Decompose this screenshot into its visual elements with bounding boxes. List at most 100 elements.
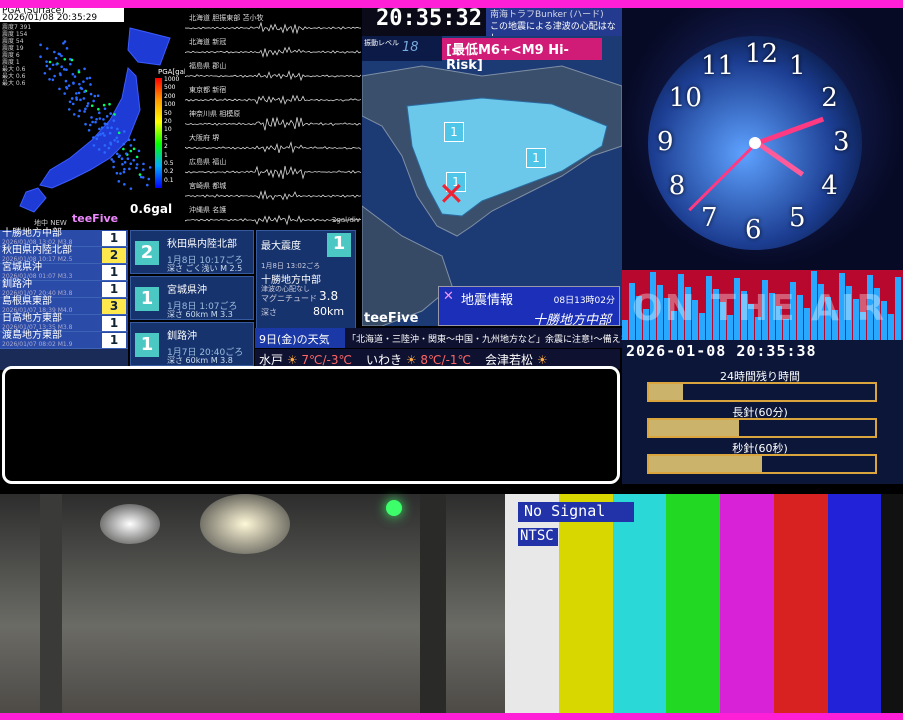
intensity-badge: 2 (102, 248, 126, 263)
weather-item: いわき ☀ 8℃/-1℃ (366, 351, 471, 368)
clock-number: 4 (821, 171, 838, 201)
station-dot (116, 136, 119, 139)
station-dot (136, 156, 139, 159)
station-label: 宮崎県 都城 (189, 181, 226, 190)
waveform-trace (185, 96, 361, 104)
place: 渡島地方東部 (2, 331, 72, 340)
light-glare (100, 504, 160, 544)
station-dot (59, 72, 62, 75)
eq-card[interactable]: 1 釧路沖 1月7日 20:40ごろ 深さ 60km M 3.8 (130, 322, 254, 366)
station-dot (102, 118, 105, 121)
city: 会津若松 (485, 353, 537, 367)
message-box (2, 366, 620, 484)
station-dot (78, 83, 81, 86)
hokkaido-map (362, 36, 622, 326)
station-dot (113, 119, 116, 122)
station-dot (75, 92, 78, 95)
station-dot (116, 128, 119, 131)
scale-value: 1000 (164, 76, 179, 84)
color-bar (613, 494, 667, 713)
station-dot (110, 126, 113, 129)
station-dot (58, 88, 61, 91)
intensity-badge: 3 (102, 299, 126, 314)
station-dot (89, 124, 92, 127)
station-dot (46, 47, 49, 50)
place: 日高地方東部 (2, 314, 72, 323)
station-dot (84, 108, 87, 111)
multiview-screen: PGA (Surface) 2026/01/08 20:35:29 震度7 391… (0, 8, 903, 713)
list-item[interactable]: 渡島地方東部 2026/01/07 08:02 M1.9 1 (0, 332, 128, 349)
station-dot (109, 112, 112, 115)
clock-number: 2 (821, 83, 838, 113)
eq-card-detail: 深さ 60km M 3.3 (167, 309, 233, 320)
station-dot (68, 108, 71, 111)
temp: 8℃/-1℃ (420, 353, 471, 367)
station-dot (138, 150, 141, 153)
station-dot (140, 176, 143, 179)
intensity-badge: 1 (102, 265, 126, 280)
station-dot (124, 161, 127, 164)
waveform-unit: 2gal/div (332, 216, 360, 224)
station-dot (60, 55, 63, 58)
station-dot (95, 137, 98, 140)
station-dot (75, 98, 78, 101)
station-dot (68, 84, 71, 87)
pga-footer: 地中 NEW (34, 218, 67, 228)
eq-bar (622, 320, 628, 340)
station-dot (98, 128, 101, 131)
list-item-text: 渡島地方東部 2026/01/07 08:02 M1.9 (2, 331, 72, 349)
station-dot (97, 108, 100, 111)
station-dot (52, 63, 55, 66)
place: 宮城県沖 (2, 263, 72, 272)
eq-card-detail: 深さ ごく浅い M 2.5 (167, 263, 242, 274)
station-label: 大阪府 堺 (189, 133, 219, 142)
station-dot (142, 163, 145, 166)
station-dot (121, 157, 124, 160)
station-dot (87, 102, 90, 105)
station-dot (74, 75, 77, 78)
station-dot (129, 150, 132, 153)
station-dot (89, 83, 92, 86)
station-dot (89, 77, 92, 80)
color-bar (505, 494, 559, 713)
scale-value: 5 (164, 135, 179, 143)
station-dot (86, 77, 89, 80)
intensity-badge: 1 (135, 333, 159, 357)
station-label: 福島県 郡山 (189, 61, 226, 70)
station-dot (113, 139, 116, 142)
color-bar (881, 494, 903, 713)
eq-card-place: 宮城県沖 (167, 281, 207, 296)
color-bar (828, 494, 882, 713)
light-glare (200, 494, 290, 554)
station-dot (63, 68, 66, 71)
station-dot (122, 148, 125, 151)
station-dot (136, 163, 139, 166)
station-dot (82, 80, 85, 83)
station-dot (147, 178, 150, 181)
eq-card[interactable]: 2 秋田県内陸北部 1月8日 10:17ごろ 深さ ごく浅い M 2.5 (130, 230, 254, 274)
waveform-trace (185, 142, 361, 152)
station-dot (66, 47, 69, 50)
scale-value: 10 (164, 126, 179, 134)
station-dot (133, 138, 136, 141)
waveform-panel: 北海道 胆振東部 苫小牧 北海道 新冠 福島県 郡山 東京都 新宿 神奈川県 相模原 大阪… (185, 8, 362, 226)
station-dot (103, 134, 106, 137)
station-dot (106, 115, 109, 118)
minute-hand (757, 117, 824, 146)
place: 釧路沖 (2, 280, 72, 289)
station-dot (93, 95, 96, 98)
close-icon: ✕ (443, 289, 454, 304)
station-dot (123, 168, 126, 171)
latest-quake-box: 最大震度 1 1月8日 13:02ごろ 十勝地方中部 津波の心配なし マグニチュ… (256, 230, 356, 330)
sun-icon: ☀ (406, 353, 421, 367)
pga-scale-values: 1000 500 200 100 50 20 10 5 2 1 0.5 0.2 0.1 (164, 76, 179, 185)
station-dot (44, 72, 47, 75)
station-dot (39, 44, 42, 47)
eq-bar (895, 277, 901, 340)
eq-card[interactable]: 1 宮城県沖 1月8日 1:07ごろ 深さ 60km M 3.3 (130, 276, 254, 320)
station-dot (71, 97, 74, 100)
station-dot (119, 172, 122, 175)
intensity-badge: 1 (102, 316, 126, 331)
scale-value: 500 (164, 84, 179, 92)
station-dot (83, 110, 86, 113)
